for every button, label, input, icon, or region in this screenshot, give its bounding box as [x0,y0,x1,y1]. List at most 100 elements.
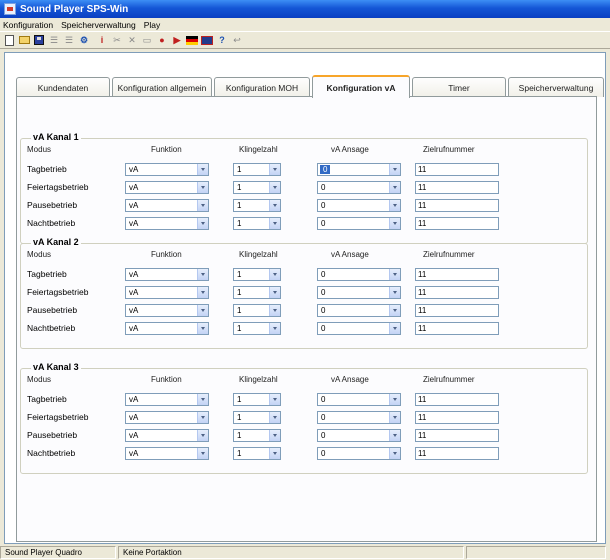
chevron-down-icon[interactable] [269,269,280,280]
chevron-down-icon[interactable] [197,200,208,211]
delete-icon[interactable]: ✕ [125,33,139,47]
ansage-select[interactable]: 0 [317,429,401,442]
zielrufnummer-field[interactable]: 11 [415,304,499,317]
klingelzahl-select[interactable]: 1 [233,181,281,194]
menu-konfiguration[interactable]: Konfiguration [3,20,53,30]
info-icon[interactable]: i [95,33,109,47]
chevron-down-icon[interactable] [269,448,280,459]
klingelzahl-select[interactable]: 1 [233,286,281,299]
chevron-down-icon[interactable] [389,412,400,423]
tab-konfiguration-moh[interactable]: Konfiguration MOH [214,77,310,97]
chevron-down-icon[interactable] [269,182,280,193]
funktion-select[interactable]: vA [125,322,209,335]
klingelzahl-select[interactable]: 1 [233,411,281,424]
chevron-down-icon[interactable] [269,430,280,441]
funktion-select[interactable]: vA [125,429,209,442]
zielrufnummer-field[interactable]: 11 [415,217,499,230]
klingelzahl-select[interactable]: 1 [233,393,281,406]
tool-icon[interactable]: ⚙ [77,33,91,47]
klingelzahl-select[interactable]: 1 [233,322,281,335]
chevron-down-icon[interactable] [197,323,208,334]
save-disk-icon[interactable] [32,33,46,47]
flag-de-icon[interactable] [185,33,199,47]
chevron-down-icon[interactable] [197,218,208,229]
zielrufnummer-field[interactable]: 11 [415,447,499,460]
tab-konfiguration-allgemein[interactable]: Konfiguration allgemein [112,77,212,97]
chevron-down-icon[interactable] [197,412,208,423]
tab-kundendaten[interactable]: Kundendaten [16,77,110,97]
klingelzahl-select[interactable]: 1 [233,429,281,442]
chevron-down-icon[interactable] [389,182,400,193]
menu-speicherverwaltung[interactable]: Speicherverwaltung [61,20,136,30]
chevron-down-icon[interactable] [389,448,400,459]
funktion-select[interactable]: vA [125,199,209,212]
ansage-select[interactable]: 0 [317,199,401,212]
chevron-down-icon[interactable] [389,287,400,298]
funktion-select[interactable]: vA [125,163,209,176]
ansage-select[interactable]: 0 [317,217,401,230]
funktion-select[interactable]: vA [125,217,209,230]
help-pointer-icon[interactable]: ? [215,33,229,47]
funktion-select[interactable]: vA [125,268,209,281]
chevron-down-icon[interactable] [389,269,400,280]
copy-icon[interactable]: ▭ [140,33,154,47]
chevron-down-icon[interactable] [389,430,400,441]
flag-uk-icon[interactable] [200,33,214,47]
open-folder-icon[interactable] [17,33,31,47]
menu-play[interactable]: Play [144,20,161,30]
play-icon[interactable]: ▶ [170,33,184,47]
chevron-down-icon[interactable] [269,305,280,316]
chevron-down-icon[interactable] [197,394,208,405]
tab-speicherverwaltung[interactable]: Speicherverwaltung [508,77,604,97]
chevron-down-icon[interactable] [389,164,400,175]
ansage-select[interactable]: 0 [317,268,401,281]
tab-konfiguration-va[interactable]: Konfiguration vA [312,75,410,98]
cut-icon[interactable]: ✂ [110,33,124,47]
chevron-down-icon[interactable] [389,394,400,405]
funktion-select[interactable]: vA [125,411,209,424]
chevron-down-icon[interactable] [389,218,400,229]
zielrufnummer-field[interactable]: 11 [415,286,499,299]
ansage-select[interactable]: 0 [317,411,401,424]
chevron-down-icon[interactable] [197,305,208,316]
list-view-2-icon[interactable]: ☰ [62,33,76,47]
chevron-down-icon[interactable] [389,200,400,211]
klingelzahl-select[interactable]: 1 [233,199,281,212]
record-icon[interactable]: ● [155,33,169,47]
tab-timer[interactable]: Timer [412,77,506,97]
chevron-down-icon[interactable] [269,287,280,298]
funktion-select[interactable]: vA [125,447,209,460]
chevron-down-icon[interactable] [269,164,280,175]
chevron-down-icon[interactable] [269,200,280,211]
ansage-select[interactable]: 0 [317,286,401,299]
chevron-down-icon[interactable] [197,164,208,175]
chevron-down-icon[interactable] [389,305,400,316]
ansage-select[interactable]: 0 [317,322,401,335]
chevron-down-icon[interactable] [197,287,208,298]
ansage-select[interactable]: 0 [317,181,401,194]
chevron-down-icon[interactable] [389,323,400,334]
zielrufnummer-field[interactable]: 11 [415,393,499,406]
klingelzahl-select[interactable]: 1 [233,163,281,176]
chevron-down-icon[interactable] [197,430,208,441]
chevron-down-icon[interactable] [197,448,208,459]
ansage-select[interactable]: 0 [317,393,401,406]
undo-icon[interactable]: ↩ [230,33,244,47]
funktion-select[interactable]: vA [125,304,209,317]
zielrufnummer-field[interactable]: 11 [415,411,499,424]
chevron-down-icon[interactable] [269,412,280,423]
zielrufnummer-field[interactable]: 11 [415,322,499,335]
zielrufnummer-field[interactable]: 11 [415,268,499,281]
klingelzahl-select[interactable]: 1 [233,268,281,281]
zielrufnummer-field[interactable]: 11 [415,163,499,176]
new-document-icon[interactable] [2,33,16,47]
klingelzahl-select[interactable]: 1 [233,304,281,317]
funktion-select[interactable]: vA [125,393,209,406]
chevron-down-icon[interactable] [197,269,208,280]
klingelzahl-select[interactable]: 1 [233,447,281,460]
ansage-select[interactable]: 0 [317,447,401,460]
chevron-down-icon[interactable] [269,323,280,334]
zielrufnummer-field[interactable]: 11 [415,199,499,212]
chevron-down-icon[interactable] [269,394,280,405]
zielrufnummer-field[interactable]: 11 [415,181,499,194]
